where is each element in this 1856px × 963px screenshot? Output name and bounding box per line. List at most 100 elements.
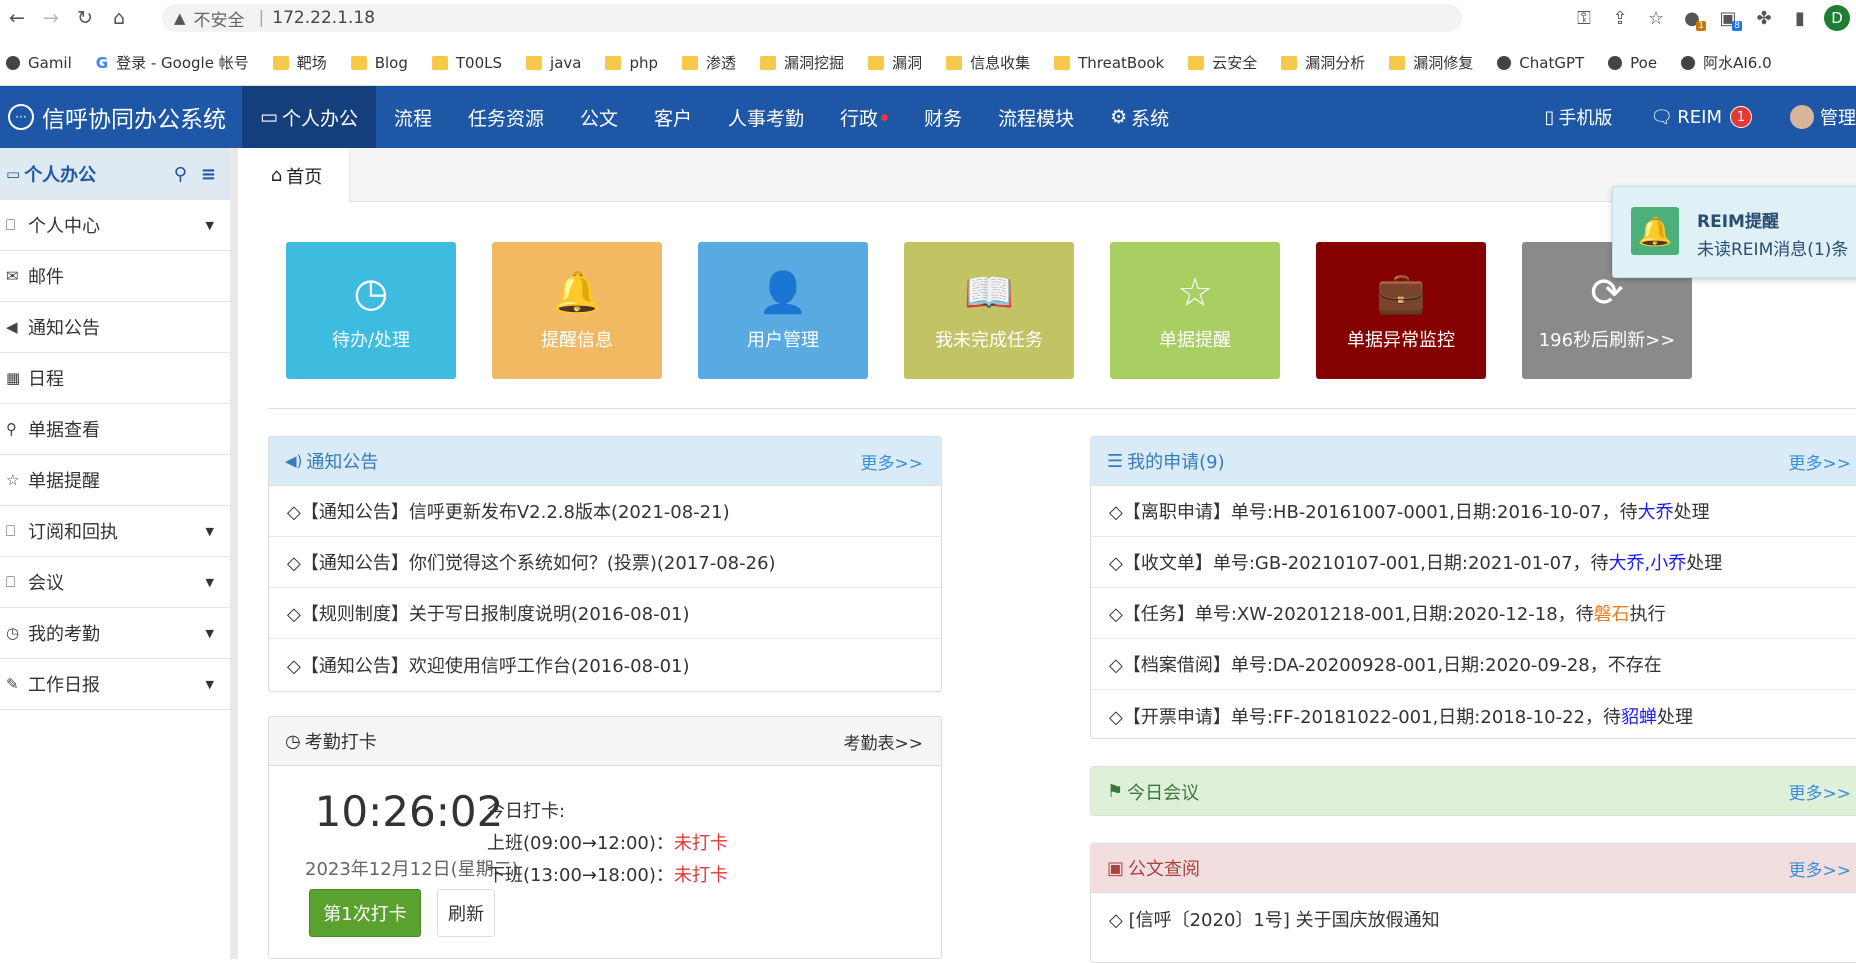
reload-icon[interactable]: ↻ xyxy=(68,3,102,33)
bookmark-item[interactable]: Blog xyxy=(350,54,408,72)
apply-item[interactable]: ◇【离职申请】单号:HB-20161007-0001,日期:2016-10-07… xyxy=(1091,486,1856,537)
nav-item[interactable]: ▭ 个人办公 xyxy=(242,86,376,148)
bookmark-item[interactable]: ChatGPT xyxy=(1497,54,1584,72)
menu-icon[interactable]: ≡ xyxy=(201,164,216,185)
home-icon[interactable]: ⌂ xyxy=(102,3,136,33)
bookmark-item[interactable]: 靶场 xyxy=(272,52,327,73)
nav-item[interactable]: ⚙ 系统 xyxy=(1092,86,1187,148)
tab-home[interactable]: ⌂ 首页 xyxy=(244,148,350,203)
bookmark-item[interactable]: 漏洞挖掘 xyxy=(760,52,844,73)
bookmark-item[interactable]: T00LS xyxy=(431,54,502,72)
search-icon[interactable]: ⚲ xyxy=(174,164,187,185)
bookmark-item[interactable]: 云安全 xyxy=(1188,52,1257,73)
apply-item[interactable]: ◇【任务】单号:XW-20201218-001,日期:2020-12-18，待磐… xyxy=(1091,588,1856,639)
bookmark-item[interactable]: php xyxy=(605,54,658,72)
apply-more-link[interactable]: 更多>> xyxy=(1789,449,1852,474)
sidepanel-icon[interactable]: ▮ xyxy=(1782,3,1818,33)
key-icon[interactable]: ⚿ xyxy=(1566,3,1602,33)
apply-item[interactable]: ◇【收文单】单号:GB-20210107-001,日期:2021-01-07，待… xyxy=(1091,537,1856,588)
caret-down-icon: ▼ xyxy=(205,677,214,691)
shortcut-tile[interactable]: 🔔 提醒信息 xyxy=(492,242,662,379)
tile-label: 提醒信息 xyxy=(541,329,613,351)
notice-item[interactable]: ◇【通知公告】信呼更新发布V2.2.8版本(2021-08-21) xyxy=(269,486,941,537)
profile-avatar[interactable]: D xyxy=(1824,5,1850,31)
sidebar-item[interactable]: ⎕ 订阅和回执 ▼ xyxy=(0,506,230,557)
notice-item[interactable]: ◇【通知公告】欢迎使用信呼工作台(2016-08-01) xyxy=(269,639,941,690)
clock-icon: ◷ xyxy=(353,269,389,316)
bookmark-item[interactable]: G 登录 - Google 帐号 xyxy=(96,52,249,73)
warning-icon: ▲ xyxy=(174,9,186,27)
sidebar-tools: ⚲ ≡ xyxy=(174,148,216,200)
shortcut-tile[interactable]: ◷ 待办/处理 xyxy=(286,242,456,379)
folder-icon xyxy=(1389,55,1406,70)
bookmark-item[interactable]: 渗透 xyxy=(682,52,736,73)
insecure-label: 不安全 xyxy=(193,10,245,31)
nav-item[interactable]: 流程 xyxy=(376,86,450,148)
bookmark-item[interactable]: ThreatBook xyxy=(1054,54,1164,72)
app-brand[interactable]: ··· 信呼协同办公系统 xyxy=(0,86,242,148)
forward-icon[interactable]: → xyxy=(34,3,68,33)
nav-item[interactable]: 任务资源 xyxy=(450,86,562,148)
monitor-icon: ▭ xyxy=(260,106,278,128)
bookmark-item[interactable]: 漏洞分析 xyxy=(1281,52,1365,73)
document-item[interactable]: ◇ [信呼〔2020〕1号] 关于国庆放假通知 xyxy=(1091,893,1856,944)
star-bookmark-icon[interactable]: ☆ xyxy=(1638,3,1674,33)
nav-item[interactable]: 行政 xyxy=(822,86,906,148)
bookmark-item[interactable]: 信息收集 xyxy=(946,52,1030,73)
extension-translate-icon[interactable]: ▣ 8 xyxy=(1710,3,1746,33)
bookmark-item[interactable]: 漏洞 xyxy=(868,52,922,73)
punch-button[interactable]: 第1次打卡 xyxy=(309,889,421,937)
sidebar-item[interactable]: ▦ 日程 xyxy=(0,353,230,404)
bookmark-item[interactable]: 阿水AI6.0 xyxy=(1681,52,1772,73)
apply-item[interactable]: ◇【档案借阅】单号:DA-20200928-001,日期:2020-09-28，… xyxy=(1091,639,1856,690)
notice-more-link[interactable]: 更多>> xyxy=(861,449,924,474)
back-icon[interactable]: ← xyxy=(0,3,34,33)
nav-item[interactable]: 客户 xyxy=(636,86,710,148)
extension-g-icon[interactable]: ● 1 xyxy=(1674,3,1710,33)
shortcut-tile[interactable]: 👤 用户管理 xyxy=(698,242,868,379)
attendance-table-link[interactable]: 考勤表>> xyxy=(844,729,924,754)
folder-icon xyxy=(682,55,699,70)
sidebar-item[interactable]: ☆ 单据提醒 xyxy=(0,455,230,506)
admin-link[interactable]: 管理 xyxy=(1790,104,1856,130)
nav-item[interactable]: 财务 xyxy=(906,86,980,148)
bookmark-item[interactable]: 漏洞修复 xyxy=(1389,52,1473,73)
sidebar-item[interactable]: ⎕ 个人中心 ▼ xyxy=(0,200,230,251)
sidebar-item[interactable]: ◀ 通知公告 xyxy=(0,302,230,353)
address-bar[interactable]: ▲ 不安全 | 172.22.1.18 xyxy=(162,4,1462,32)
attendance-panel-header: ◷ 考勤打卡 考勤表>> xyxy=(269,717,941,766)
shortcut-tile[interactable]: 📖 我未完成任务 xyxy=(904,242,1074,379)
puzzle-icon[interactable]: ✤ xyxy=(1746,3,1782,33)
nav-item[interactable]: 公文 xyxy=(562,86,636,148)
browser-actions: ⚿ ⇪ ☆ ● 1 ▣ 8 ✤ ▮ D xyxy=(1566,0,1856,36)
shortcut-tile[interactable]: ☆ 单据提醒 xyxy=(1110,242,1280,379)
reim-toast[interactable]: 🔔 REIM提醒 未读REIM消息(1)条 × xyxy=(1612,186,1856,278)
meeting-title: 今日会议 xyxy=(1127,782,1200,804)
shortcut-tile[interactable]: 💼 单据异常监控 xyxy=(1316,242,1486,379)
meeting-more-link[interactable]: 更多>> xyxy=(1789,779,1852,804)
notice-item[interactable]: ◇【通知公告】你们觉得这个系统如何？(投票)(2017-08-26) xyxy=(269,537,941,588)
toast-title: REIM提醒 xyxy=(1697,212,1779,232)
reim-link[interactable]: 🗨 REIM 1 xyxy=(1650,106,1752,128)
nav-label: 流程 xyxy=(393,107,432,130)
bookmark-item[interactable]: java xyxy=(526,54,581,72)
notice-item[interactable]: ◇【规则制度】关于写日报制度说明(2016-08-01) xyxy=(269,588,941,639)
nav-label: 客户 xyxy=(654,107,693,130)
sidebar-item-label: 工作日报 xyxy=(28,675,100,696)
briefcase-icon: 💼 xyxy=(1376,269,1426,316)
refresh-button[interactable]: 刷新 xyxy=(437,889,495,937)
sidebar-item[interactable]: ⎕ 会议 ▼ xyxy=(0,557,230,608)
apply-item[interactable]: ◇【开票申请】单号:FF-20181022-001,日期:2018-10-22，… xyxy=(1091,690,1856,738)
sidebar-item[interactable]: ◷ 我的考勤 ▼ xyxy=(0,608,230,659)
sidebar-item[interactable]: ✎ 工作日报 ▼ xyxy=(0,659,230,710)
nav-item[interactable]: 人事考勤 xyxy=(710,86,822,148)
nav-item[interactable]: 流程模块 xyxy=(980,86,1092,148)
share-icon[interactable]: ⇪ xyxy=(1602,3,1638,33)
bookmark-item[interactable]: Poe xyxy=(1608,54,1657,72)
bookmark-item[interactable]: Gamil xyxy=(6,54,72,72)
sidebar-item[interactable]: ✉ 邮件 xyxy=(0,251,230,302)
mobile-link[interactable]: ▯ 手机版 xyxy=(1545,104,1613,130)
sidebar-item[interactable]: ⚲ 单据查看 xyxy=(0,404,230,455)
bookmark-label: 漏洞 xyxy=(892,54,923,72)
document-more-link[interactable]: 更多>> xyxy=(1789,856,1852,881)
